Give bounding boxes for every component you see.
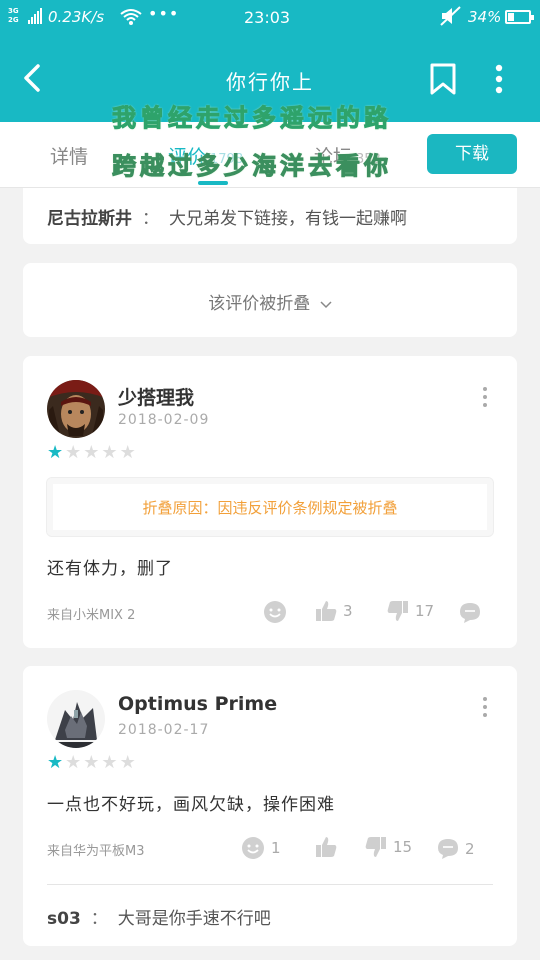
bookmark-button[interactable] — [428, 62, 458, 96]
emoji-count: 1 — [271, 839, 281, 857]
thumbs-up-icon — [316, 837, 337, 857]
comment-button[interactable] — [459, 602, 481, 624]
star-rating: ★★★★★ — [47, 752, 138, 773]
more-notifications-icon: ••• — [148, 4, 180, 23]
dislike-button[interactable]: 17 — [387, 600, 434, 622]
review-text: 一点也不好玩，画风欠缺，操作困难 — [47, 795, 335, 815]
reply-username[interactable]: 尼古拉斯井 — [47, 209, 132, 229]
star-icon: ★ — [101, 442, 120, 463]
dislike-button[interactable]: 15 — [365, 836, 412, 858]
active-tab-indicator — [198, 181, 228, 185]
comment-count: 2 — [465, 840, 475, 858]
comment-icon — [438, 839, 458, 859]
thumbs-up-icon — [316, 601, 337, 621]
tab-details[interactable]: 详情 — [50, 142, 88, 169]
folded-notice-label: 该评价被折叠 — [208, 294, 311, 314]
star-icon: ★ — [83, 442, 102, 463]
review-card: Optimus Prime 2018-02-17 ★★★★★ 一点也不好玩，画风… — [23, 666, 517, 946]
review-more-button[interactable] — [479, 387, 491, 409]
fold-reason: 折叠原因：因违反评价条例规定被折叠 — [46, 477, 494, 537]
star-icon: ★ — [119, 442, 138, 463]
page-title: 你行你上 — [226, 70, 314, 94]
divider — [47, 884, 493, 885]
reply-separator: ： — [142, 209, 159, 229]
review-source: 来自华为平板M3 — [47, 844, 145, 859]
signal-icon — [28, 8, 42, 24]
like-button[interactable]: 3 — [315, 600, 353, 622]
mute-icon — [440, 6, 462, 31]
reply-row: 尼古拉斯井 ： 大兄弟发下链接，有钱一起赚啊 — [47, 204, 407, 229]
chevron-down-icon — [320, 294, 332, 314]
more-vertical-icon — [495, 64, 503, 94]
dislike-count: 15 — [393, 838, 413, 856]
review-username[interactable]: 少搭理我 — [118, 383, 194, 410]
thumbs-down-icon — [387, 601, 408, 621]
bookmark-icon — [430, 63, 456, 95]
battery-icon — [505, 10, 534, 24]
more-menu-button[interactable] — [486, 62, 512, 96]
reply-separator: ： — [90, 909, 108, 929]
like-button[interactable] — [315, 836, 337, 858]
star-rating: ★★★★★ — [47, 442, 138, 463]
star-icon: ★ — [119, 752, 138, 773]
review-card: 少搭理我 2018-02-09 ★★★★★ 折叠原因：因违反评价条例规定被折叠 … — [23, 356, 517, 648]
status-bar: 3G 2G 0.23K/s ••• 23:03 34% — [0, 0, 540, 36]
smiley-icon — [264, 601, 286, 623]
tab-details-label: 详情 — [50, 146, 89, 168]
reply-text: 大兄弟发下链接，有钱一起赚啊 — [169, 209, 407, 229]
star-icon: ★ — [101, 752, 120, 773]
star-icon: ★ — [83, 752, 102, 773]
review-username[interactable]: Optimus Prime — [118, 693, 277, 715]
reply-text: 大哥是你手速不行吧 — [117, 909, 271, 929]
avatar[interactable] — [47, 690, 105, 748]
smiley-icon — [242, 837, 264, 859]
folded-notice[interactable]: 该评价被折叠 — [23, 289, 517, 314]
download-button[interactable]: 下载 — [427, 134, 517, 174]
battery-percent: 34% — [468, 8, 502, 26]
dislike-count: 17 — [415, 602, 435, 620]
clock: 23:03 — [244, 8, 291, 27]
review-text: 还有体力，删了 — [47, 559, 173, 579]
avatar[interactable] — [47, 380, 105, 438]
review-more-button[interactable] — [479, 697, 491, 719]
review-date: 2018-02-17 — [118, 722, 210, 738]
emoji-reaction-button[interactable] — [263, 600, 287, 624]
comment-icon — [460, 603, 480, 623]
overlay-text-line-1: 我曾经走过多遥远的路 — [112, 104, 392, 133]
folded-review-card[interactable]: 该评价被折叠 — [23, 263, 517, 337]
like-count: 3 — [343, 602, 353, 620]
back-button[interactable] — [18, 60, 50, 96]
star-icon: ★ — [65, 752, 84, 773]
overlay-text-line-2: 跨越过多少海洋去看你 — [112, 152, 392, 181]
star-icon: ★ — [47, 752, 66, 773]
review-date: 2018-02-09 — [118, 412, 210, 428]
star-icon: ★ — [65, 442, 84, 463]
wifi-icon — [120, 8, 142, 30]
comment-button[interactable]: 2 — [437, 838, 475, 860]
reply-card: 尼古拉斯井 ： 大兄弟发下链接，有钱一起赚啊 — [23, 188, 517, 244]
network-speed: 0.23K/s — [48, 8, 105, 26]
thumbs-down-icon — [365, 837, 386, 857]
emoji-reaction-button[interactable]: 1 — [241, 836, 281, 860]
star-icon: ★ — [47, 442, 66, 463]
review-source: 来自小米MIX 2 — [47, 608, 136, 623]
reply-username[interactable]: s03 — [47, 909, 81, 929]
back-arrow-icon — [24, 64, 40, 92]
network-type: 3G 2G — [8, 7, 19, 24]
reply-row: s03 ： 大哥是你手速不行吧 — [47, 904, 271, 929]
